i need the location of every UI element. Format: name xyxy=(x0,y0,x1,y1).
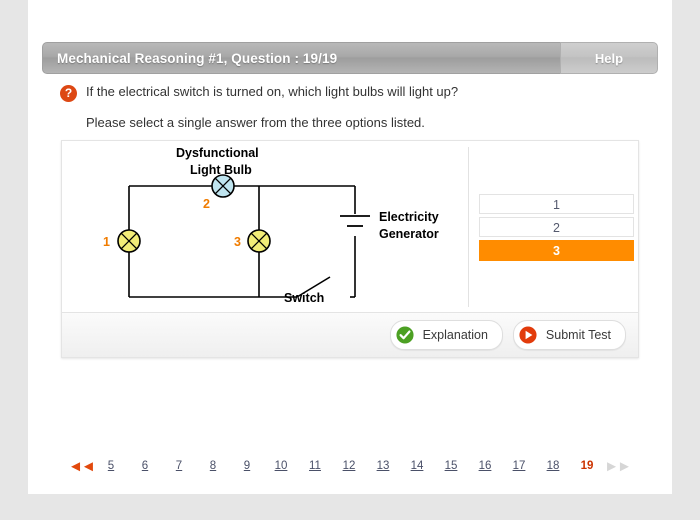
page-link-6[interactable]: 6 xyxy=(128,460,162,472)
question-mark-icon: ? xyxy=(60,85,77,102)
generator-label-line1: Electricity xyxy=(379,210,439,224)
page-link-8[interactable]: 8 xyxy=(196,460,230,472)
help-button[interactable]: Help xyxy=(560,42,658,74)
page-link-10[interactable]: 10 xyxy=(264,460,298,472)
page-link-18[interactable]: 18 xyxy=(536,460,570,472)
pagination: ◄◄ 5 6 7 8 9 10 11 12 13 14 15 16 17 18 … xyxy=(68,455,668,477)
help-button-label: Help xyxy=(594,50,624,66)
page-link-16[interactable]: 16 xyxy=(468,460,502,472)
page-link-5[interactable]: 5 xyxy=(94,460,128,472)
circuit-diagram: Dysfunctional Light Bulb Electricity Gen… xyxy=(103,146,439,305)
bulb-3-number: 3 xyxy=(234,235,241,249)
explanation-button-label: Explanation xyxy=(422,328,488,342)
page-link-12[interactable]: 12 xyxy=(332,460,366,472)
bulb-1-symbol xyxy=(117,229,141,253)
answer-option-3[interactable]: 3 xyxy=(479,240,634,261)
page-link-13[interactable]: 13 xyxy=(366,460,400,472)
panel-footer: Explanation Submit Test xyxy=(62,312,638,357)
double-left-arrow-icon[interactable]: ◄◄ xyxy=(68,458,96,475)
explanation-button[interactable]: Explanation xyxy=(389,320,503,350)
panel-divider xyxy=(468,147,469,307)
double-right-arrow-icon: ►► xyxy=(604,457,632,475)
question-instruction: Please select a single answer from the t… xyxy=(86,115,425,130)
submit-test-button-label: Submit Test xyxy=(545,328,611,342)
panel-body: Dysfunctional Light Bulb Electricity Gen… xyxy=(62,141,638,313)
play-circle-icon xyxy=(518,325,538,345)
question-row: ? If the electrical switch is turned on,… xyxy=(60,84,458,102)
dysfunctional-label-line1: Dysfunctional xyxy=(176,146,259,160)
dysfunctional-label-line2: Light Bulb xyxy=(190,163,252,177)
question-panel: Dysfunctional Light Bulb Electricity Gen… xyxy=(61,140,639,358)
page-link-14[interactable]: 14 xyxy=(400,460,434,472)
answer-option-1[interactable]: 1 xyxy=(479,194,634,214)
title-bar: Mechanical Reasoning #1, Question : 19/1… xyxy=(42,42,658,74)
page-link-17[interactable]: 17 xyxy=(502,460,536,472)
bulb-3-symbol xyxy=(247,229,271,253)
answer-option-2[interactable]: 2 xyxy=(479,217,634,237)
page-link-19-current: 19 xyxy=(580,460,594,472)
page-title: Mechanical Reasoning #1, Question : 19/1… xyxy=(57,50,338,66)
switch-label: Switch xyxy=(284,291,324,305)
app-card: Mechanical Reasoning #1, Question : 19/1… xyxy=(28,0,672,494)
page-link-11[interactable]: 11 xyxy=(298,460,332,472)
page-link-9[interactable]: 9 xyxy=(230,460,264,472)
question-text: If the electrical switch is turned on, w… xyxy=(86,84,459,99)
answer-options: 1 2 3 xyxy=(479,194,634,264)
submit-test-button[interactable]: Submit Test xyxy=(512,320,626,350)
generator-label-line2: Generator xyxy=(379,227,439,241)
bulb-1-number: 1 xyxy=(103,235,110,249)
check-circle-icon xyxy=(394,325,415,345)
question-title-bar: Mechanical Reasoning #1, Question : 19/1… xyxy=(42,42,560,74)
bulb-2-number: 2 xyxy=(203,197,210,211)
page-link-7[interactable]: 7 xyxy=(162,460,196,472)
bulb-2-symbol xyxy=(211,174,235,198)
page-link-15[interactable]: 15 xyxy=(434,460,468,472)
